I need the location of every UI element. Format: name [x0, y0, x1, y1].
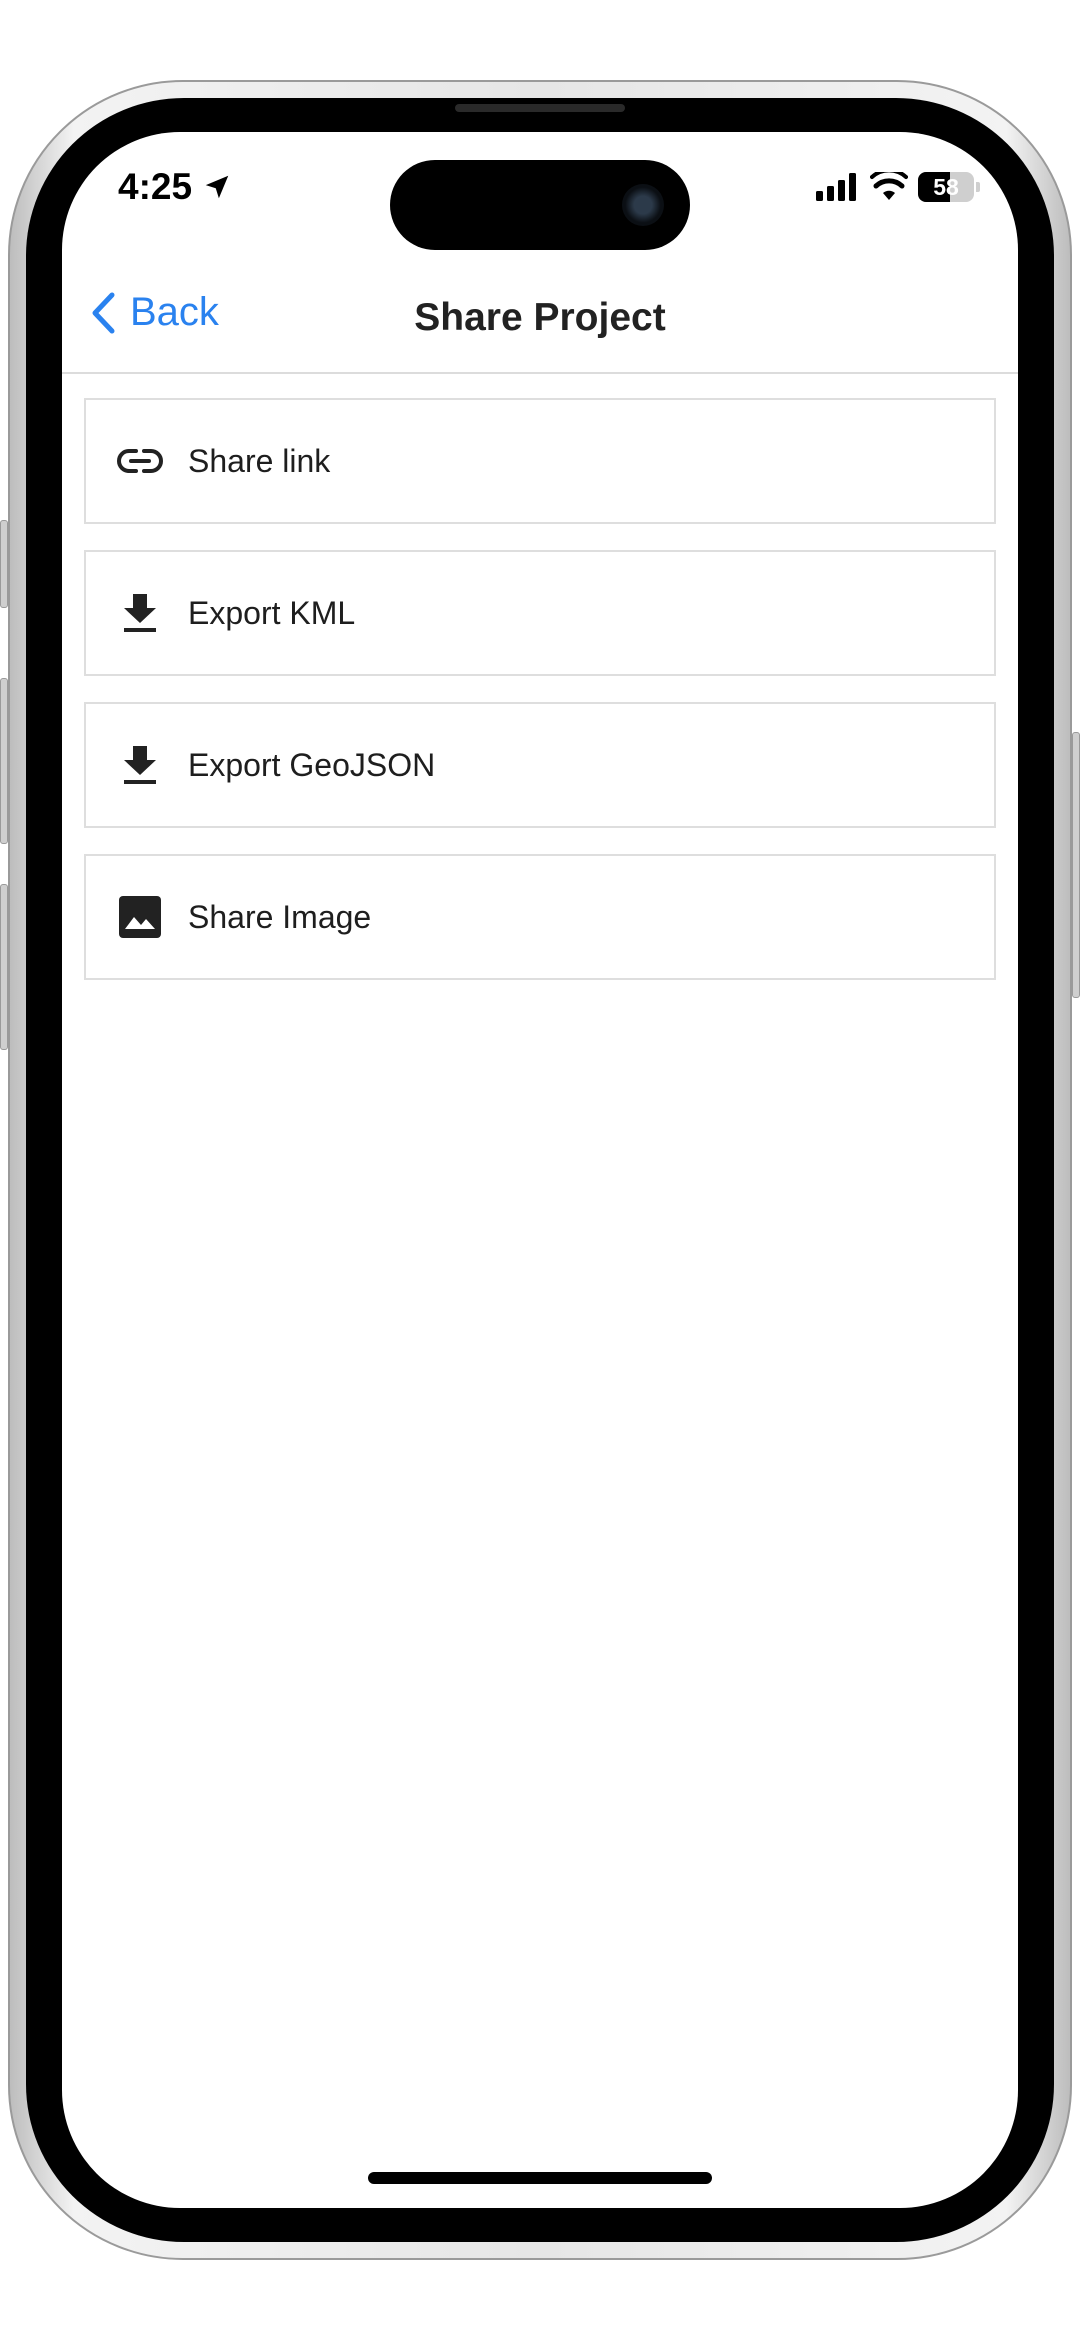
share-actions-list: Share link Export KML Export GeoJSON Sha… — [84, 398, 996, 1006]
link-icon — [114, 435, 166, 487]
export-kml-button[interactable]: Export KML — [84, 550, 996, 676]
share-link-label: Share link — [188, 442, 331, 479]
front-camera — [622, 184, 664, 226]
export-kml-label: Export KML — [188, 594, 356, 631]
share-link-button[interactable]: Share link — [84, 398, 996, 524]
download-icon — [114, 739, 166, 791]
status-time: 4:25 — [118, 166, 232, 208]
cellular-signal-icon — [816, 173, 856, 201]
share-image-button[interactable]: Share Image — [84, 854, 996, 980]
export-geojson-label: Export GeoJSON — [188, 746, 436, 783]
side-button-volume-up — [0, 678, 8, 844]
earpiece — [455, 104, 625, 112]
page-title: Share Project — [414, 296, 666, 339]
screen: 4:25 58 Back Share Project Share link Ex… — [62, 132, 1018, 2208]
side-button-volume-down — [0, 884, 8, 1050]
location-arrow-icon — [205, 175, 229, 199]
navigation-bar: Back Share Project — [62, 262, 1018, 374]
battery-level: 58 — [933, 173, 959, 200]
status-time-label: 4:25 — [118, 166, 193, 207]
home-indicator[interactable] — [368, 2172, 712, 2184]
share-image-label: Share Image — [188, 898, 372, 935]
status-indicators: 58 — [816, 172, 980, 202]
export-geojson-button[interactable]: Export GeoJSON — [84, 702, 996, 828]
side-button-silent — [0, 520, 8, 608]
download-icon — [114, 587, 166, 639]
side-button-power — [1072, 732, 1080, 998]
battery-tip — [976, 182, 980, 192]
image-icon — [114, 891, 166, 943]
wifi-icon — [870, 172, 908, 200]
dynamic-island — [390, 160, 690, 250]
battery-icon: 58 — [918, 172, 974, 202]
